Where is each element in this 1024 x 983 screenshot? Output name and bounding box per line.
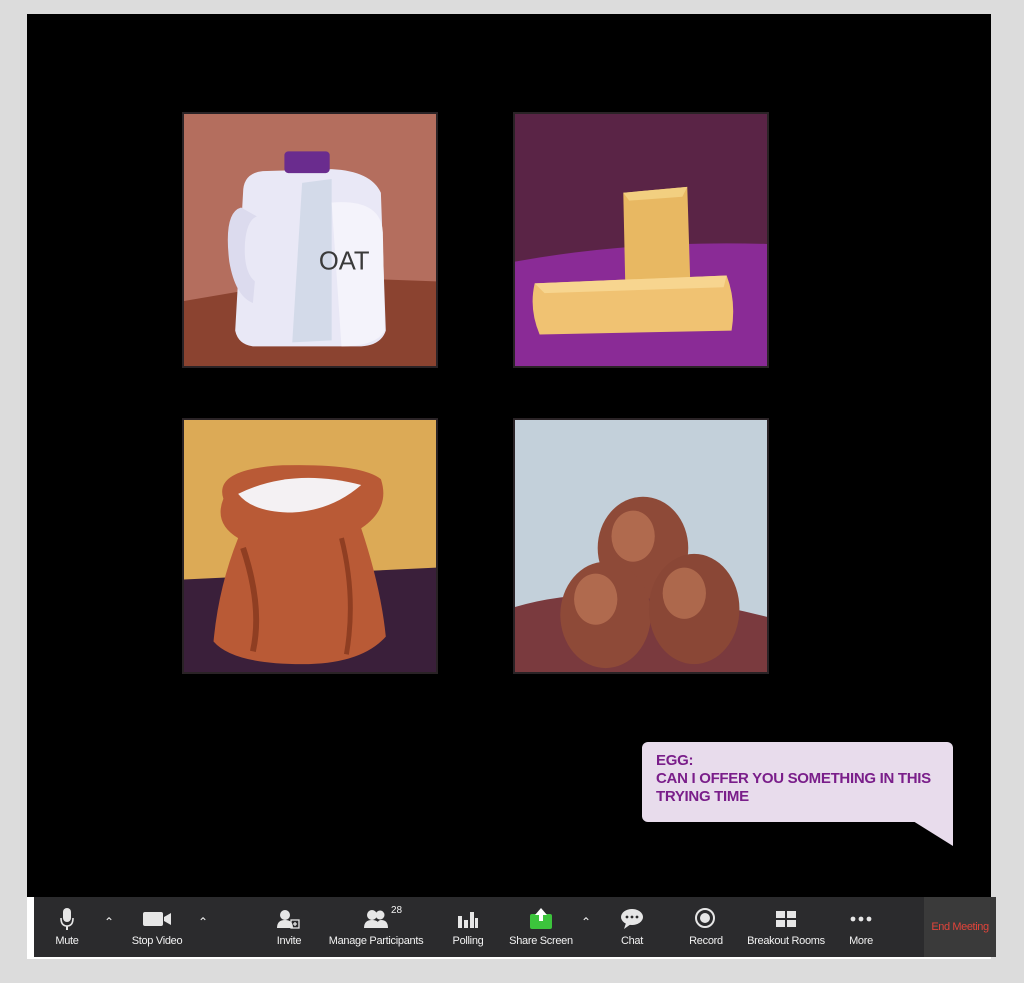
meeting-toolbar: Mute ⌃ Stop Video ⌃ Invite Manage Partic… [34, 897, 996, 957]
oat-label: OAT [319, 248, 370, 276]
chat-message-line-1: CAN I OFFER YOU SOMETHING IN THIS [656, 770, 931, 787]
share-options-chevron-up-icon[interactable]: ⌃ [579, 915, 593, 929]
chat-speech-bubble: EGG: CAN I OFFER YOU SOMETHING IN THIS T… [642, 742, 953, 822]
mute-label: Mute [55, 935, 79, 947]
share-arrow-icon [529, 905, 553, 933]
add-user-icon [276, 905, 302, 933]
bar-chart-icon [457, 905, 479, 933]
chat-message-line-2: TRYING TIME [656, 788, 749, 805]
speech-bubble-tail [905, 816, 953, 846]
polling-button[interactable]: Polling [448, 897, 488, 957]
participant-tile-flour[interactable] [182, 418, 438, 674]
invite-label: Invite [276, 935, 302, 947]
chat-button[interactable]: Chat [614, 897, 650, 957]
audio-options-chevron-up-icon[interactable]: ⌃ [102, 915, 116, 929]
participant-count-badge: 28 [391, 905, 403, 916]
butter-painting [515, 114, 767, 366]
stop-video-label: Stop Video [131, 935, 183, 947]
flour-sack-painting [184, 420, 436, 672]
oat-milk-jug-painting: OAT [184, 114, 436, 366]
invite-button[interactable]: Invite [272, 897, 306, 957]
video-options-chevron-up-icon[interactable]: ⌃ [196, 915, 210, 929]
polling-label: Polling [452, 935, 484, 947]
video-camera-icon [142, 905, 172, 933]
record-button[interactable]: Record [684, 897, 728, 957]
mute-button[interactable]: Mute [50, 897, 84, 957]
more-button[interactable]: More [844, 897, 878, 957]
microphone-icon [60, 905, 74, 933]
manage-participants-label: Manage Participants [328, 935, 424, 947]
stop-video-button[interactable]: Stop Video [122, 897, 192, 957]
record-label: Record [689, 935, 723, 947]
participant-tile-butter[interactable] [513, 112, 769, 368]
end-meeting-button[interactable]: End Meeting [924, 897, 996, 957]
breakout-rooms-button[interactable]: Breakout Rooms [744, 897, 828, 957]
chat-label: Chat [620, 935, 644, 947]
chat-speaker: EGG: [656, 752, 694, 769]
eggs-painting [515, 420, 767, 672]
share-screen-button[interactable]: Share Screen [508, 897, 574, 957]
participant-tile-eggs[interactable] [513, 418, 769, 674]
record-icon [694, 905, 718, 933]
ellipsis-icon [849, 905, 873, 933]
share-screen-label: Share Screen [509, 935, 573, 947]
manage-participants-button[interactable]: Manage Participants [326, 897, 426, 957]
participants-icon [363, 905, 389, 933]
speech-bubble-icon [620, 905, 644, 933]
breakout-rooms-label: Breakout Rooms [747, 935, 825, 947]
more-label: More [849, 935, 873, 947]
grid-icon [775, 905, 797, 933]
participant-tile-oat-milk[interactable]: OAT [182, 112, 438, 368]
